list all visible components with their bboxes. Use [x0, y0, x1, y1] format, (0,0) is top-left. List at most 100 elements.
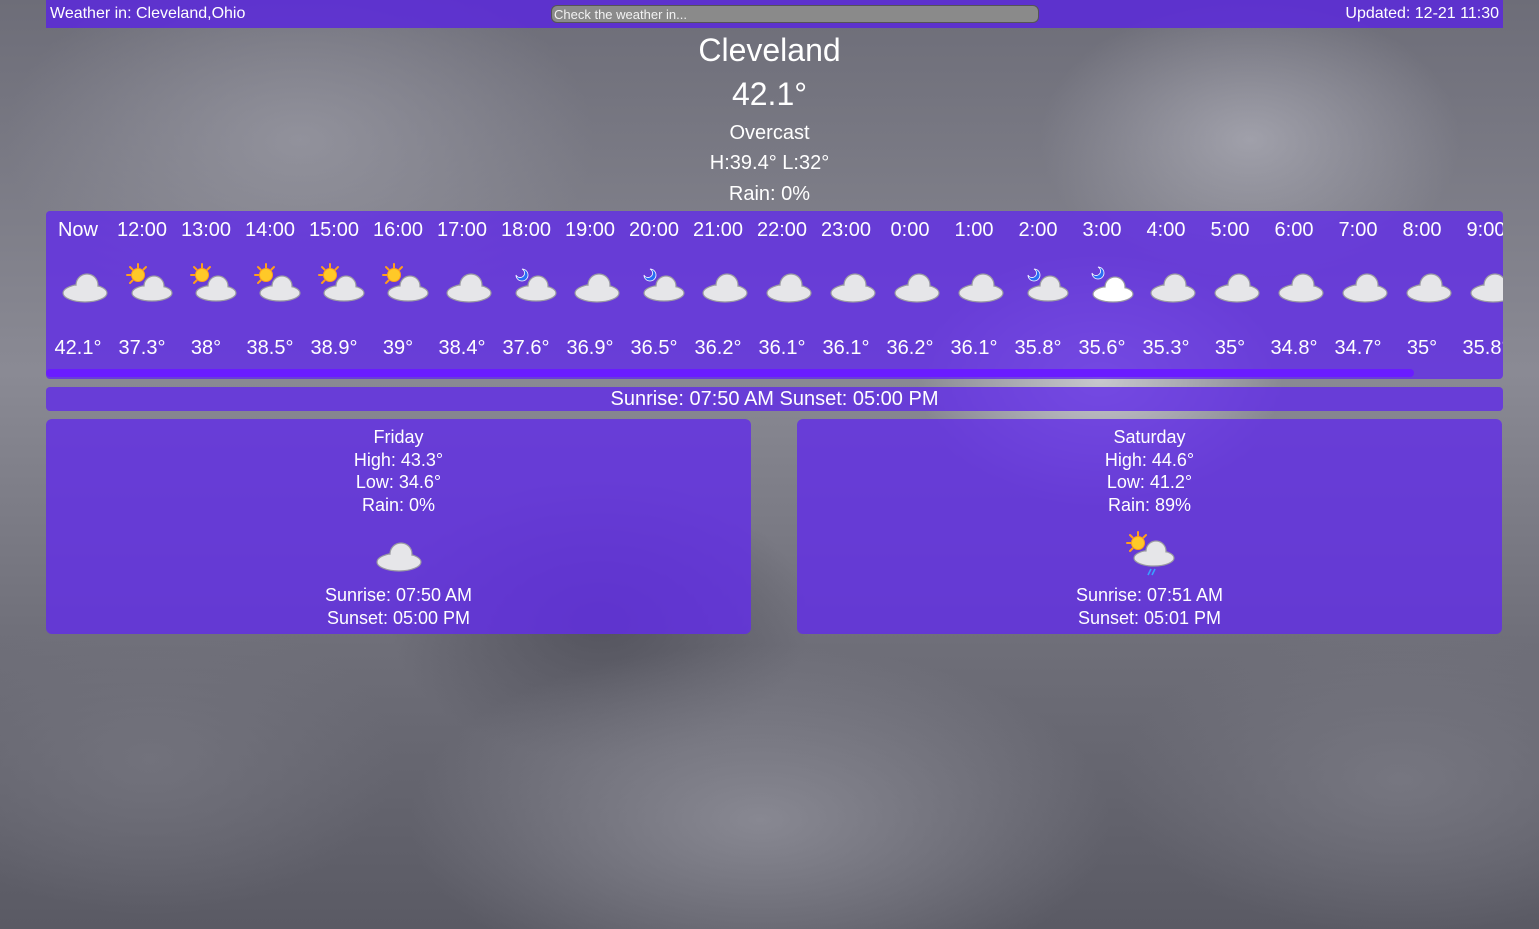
- hour-temperature: 42.1°: [54, 337, 102, 359]
- hour-time: 16:00: [372, 219, 424, 241]
- partly-sunny-icon: [318, 263, 365, 302]
- hour-time: 4:00: [1146, 219, 1186, 241]
- location-label: Weather in: Cleveland,Ohio: [50, 5, 246, 22]
- hour-time: 2:00: [1018, 219, 1058, 241]
- day-sunrise: Sunrise: 07:51 AM: [1075, 585, 1224, 605]
- cloud-icon: [830, 273, 876, 303]
- hour-temperature: 37.3°: [118, 337, 166, 359]
- hour-item: 2:00 35.8°: [1006, 211, 1070, 371]
- partly-sunny-icon: [382, 263, 429, 302]
- day-sunset: Sunset: 05:01 PM: [1077, 607, 1222, 628]
- hour-time: 20:00: [628, 219, 680, 241]
- hour-temperature: 35.3°: [1142, 337, 1190, 359]
- cloud-icon: [1150, 273, 1196, 303]
- hour-item: 4:00 35.3°: [1134, 211, 1198, 371]
- hour-time: 23:00: [820, 219, 872, 241]
- hour-time: 9:00: [1466, 219, 1503, 241]
- hour-time: 22:00: [756, 219, 808, 241]
- day-high: High: 43.3°: [353, 449, 444, 470]
- hour-time: 14:00: [244, 219, 296, 241]
- partly-sunny-rain-icon: [1125, 531, 1175, 576]
- day-card-saturday: Saturday High: 44.6° Low: 41.2° Rain: 89…: [797, 419, 1502, 634]
- hour-temperature: 37.6°: [502, 337, 550, 359]
- hour-item: 9:00 35.8°: [1454, 211, 1503, 371]
- hour-item: 22:00 36.1°: [750, 211, 814, 371]
- hour-temperature: 36.2°: [886, 337, 934, 359]
- partly-sunny-icon: [126, 263, 173, 302]
- hour-time: 17:00: [436, 219, 488, 241]
- day-sunset: Sunset: 05:00 PM: [326, 607, 471, 628]
- hourly-scrollbar[interactable]: [46, 369, 1414, 377]
- hour-temperature: 35°: [1214, 337, 1246, 359]
- hour-temperature: 36.1°: [822, 337, 870, 359]
- cloud-icon: [702, 273, 748, 303]
- current-weather: Cleveland 42.1° Overcast H:39.4° L:32° R…: [0, 30, 1539, 207]
- search-input[interactable]: [551, 5, 1039, 23]
- partly-sunny-icon: [254, 263, 301, 302]
- hour-time: 5:00: [1210, 219, 1250, 241]
- day-low: Low: 34.6°: [355, 472, 442, 492]
- hour-temperature: 36.5°: [630, 337, 678, 359]
- hour-time: 13:00: [180, 219, 232, 241]
- hour-item: 3:00 35.6°: [1070, 211, 1134, 371]
- hour-temperature: 39°: [382, 337, 414, 359]
- hourly-strip: Now 42.1° 12:00 37.3° 13:00 38° 14:00 38.5° 15:0…: [46, 211, 1503, 371]
- hour-item: 21:00 36.2°: [686, 211, 750, 371]
- cloud-icon: [766, 273, 812, 303]
- hour-item: 5:00 35°: [1198, 211, 1262, 371]
- hour-item: 1:00 36.1°: [942, 211, 1006, 371]
- hour-item: 23:00 36.1°: [814, 211, 878, 371]
- cloud-shape: [375, 542, 422, 572]
- hour-item: Now 42.1°: [46, 211, 110, 371]
- cloud-icon: [894, 273, 940, 303]
- cloud-icon: [1342, 273, 1388, 303]
- hour-temperature: 36.1°: [950, 337, 998, 359]
- hour-temperature: 34.8°: [1270, 337, 1318, 359]
- cloud-icon: [1278, 273, 1324, 303]
- hour-item: 17:00 38.4°: [430, 211, 494, 371]
- partly-cloudy-night-icon: [1027, 268, 1069, 302]
- current-temperature: 42.1°: [731, 76, 808, 112]
- cloud-icon: [574, 273, 620, 303]
- hour-item: 7:00 34.7°: [1326, 211, 1390, 371]
- hour-temperature: 36.2°: [694, 337, 742, 359]
- cloud-icon: [446, 273, 492, 303]
- day-card-friday: Friday High: 43.3° Low: 34.6° Rain: 0% S…: [46, 419, 751, 634]
- city-name: Cleveland: [698, 32, 841, 68]
- hour-temperature: 38.4°: [438, 337, 486, 359]
- day-name: Friday: [373, 427, 424, 447]
- hour-item: 13:00 38°: [174, 211, 238, 371]
- day-high: High: 44.6°: [1104, 449, 1195, 470]
- rain-chance: Rain: 0%: [728, 183, 811, 205]
- hour-time: 0:00: [890, 219, 930, 241]
- cloud-icon: [1214, 273, 1260, 303]
- day-sunrise: Sunrise: 07:50 AM: [324, 585, 473, 605]
- hour-item: 14:00 38.5°: [238, 211, 302, 371]
- cloud-icon: [1470, 273, 1503, 303]
- cloud-icon: [375, 542, 422, 572]
- hourly-forecast[interactable]: Now 42.1° 12:00 37.3° 13:00 38° 14:00 38.5° 15:0…: [46, 211, 1503, 379]
- cloud-icon: [958, 273, 1004, 303]
- hour-item: 19:00 36.9°: [558, 211, 622, 371]
- day-name: Saturday: [1113, 427, 1186, 447]
- hour-time: 18:00: [500, 219, 552, 241]
- hour-item: 12:00 37.3°: [110, 211, 174, 371]
- hour-item: 20:00 36.5°: [622, 211, 686, 371]
- hour-time: 3:00: [1082, 219, 1122, 241]
- hour-time: 19:00: [564, 219, 616, 241]
- hour-temperature: 35°: [1406, 337, 1438, 359]
- hour-temperature: 35.8°: [1014, 337, 1062, 359]
- hour-temperature: 38.9°: [310, 337, 358, 359]
- sun-times-bar: Sunrise: 07:50 AM Sunset: 05:00 PM: [46, 387, 1503, 411]
- hour-temperature: 36.9°: [566, 337, 614, 359]
- hour-time: 1:00: [954, 219, 994, 241]
- partly-sunny-icon: [190, 263, 237, 302]
- updated-label: Updated: 12-21 11:30: [1345, 5, 1499, 22]
- hour-time: 8:00: [1402, 219, 1442, 241]
- hour-time: 21:00: [692, 219, 744, 241]
- hour-time: 12:00: [116, 219, 168, 241]
- hour-item: 15:00 38.9°: [302, 211, 366, 371]
- hour-item: 0:00 36.2°: [878, 211, 942, 371]
- mostly-clear-night-icon: [1091, 266, 1134, 303]
- hour-time: Now: [57, 219, 98, 241]
